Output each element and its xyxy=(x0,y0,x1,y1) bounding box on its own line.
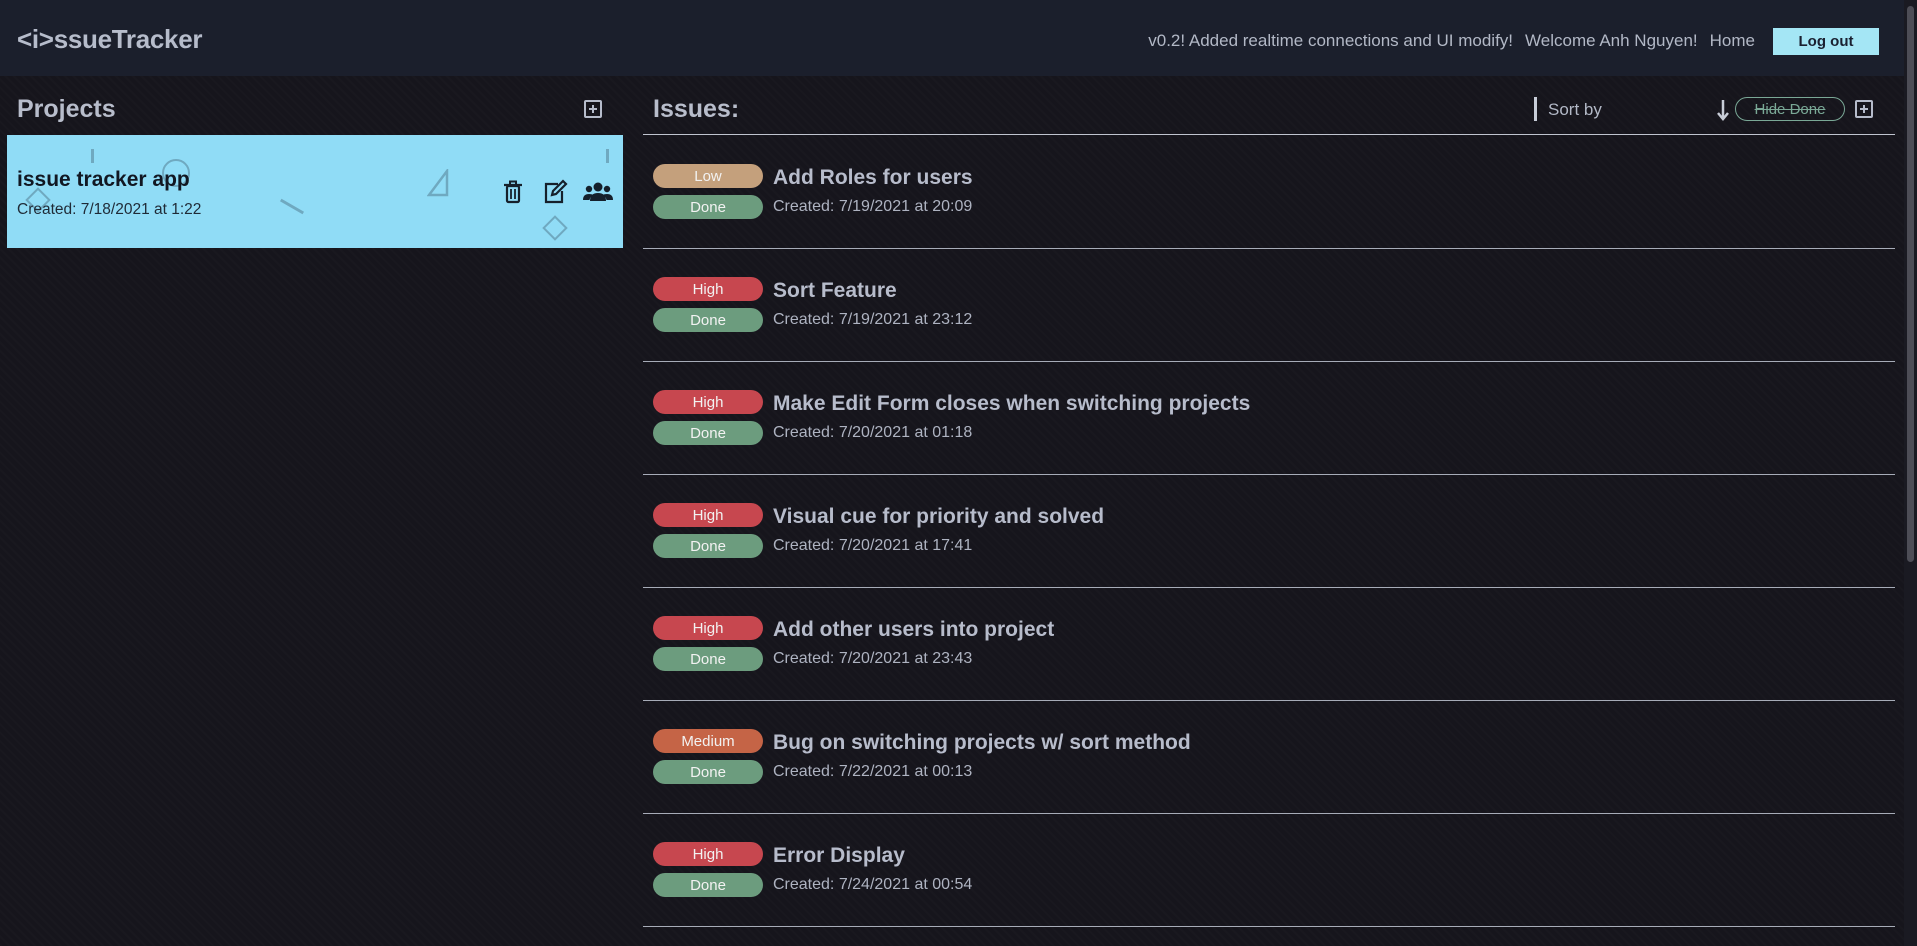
sort-by-select[interactable]: Sort by xyxy=(1548,100,1602,120)
issue-title: Add Roles for users xyxy=(773,166,973,189)
issue-title: Make Edit Form closes when switching pro… xyxy=(773,392,1251,415)
status-badge: Done xyxy=(653,647,763,671)
add-issue-icon[interactable] xyxy=(1855,100,1873,118)
priority-badge: High xyxy=(653,503,763,527)
project-created-date: Created: 7/18/2021 at 1:22 xyxy=(17,201,202,218)
issue-title: Visual cue for priority and solved xyxy=(773,505,1105,528)
line-decoration xyxy=(91,149,94,163)
issue-created-date: Created: 7/20/2021 at 23:43 xyxy=(773,650,973,667)
issue-title: Sort Feature xyxy=(773,279,897,302)
priority-badge: Low xyxy=(653,164,763,188)
status-badge: Done xyxy=(653,195,763,219)
issues-title: Issues: xyxy=(653,95,740,123)
issue-created-date: Created: 7/20/2021 at 01:18 xyxy=(773,424,973,441)
status-badge: Done xyxy=(653,421,763,445)
top-nav: v0.2! Added realtime connections and UI … xyxy=(1148,27,1879,55)
priority-badge: Medium xyxy=(653,729,763,753)
arrow-down-icon[interactable] xyxy=(1716,98,1730,122)
priority-badge: High xyxy=(653,616,763,640)
issue-title: Bug on switching projects w/ sort method xyxy=(773,731,1191,754)
issue-created-date: Created: 7/19/2021 at 23:12 xyxy=(773,311,973,328)
project-card[interactable]: issue tracker app Created: 7/18/2021 at … xyxy=(7,135,623,248)
projects-title: Projects xyxy=(17,95,116,123)
issue-title: Error Display xyxy=(773,844,905,867)
welcome-text: Welcome Anh Nguyen! xyxy=(1525,31,1698,50)
hide-done-toggle[interactable]: Hide Done xyxy=(1735,97,1845,121)
logout-button[interactable]: Log out xyxy=(1773,27,1879,55)
status-badge: Done xyxy=(653,308,763,332)
add-project-icon[interactable] xyxy=(584,100,602,118)
diamond-decoration xyxy=(542,215,568,241)
scrollbar-thumb[interactable] xyxy=(1907,6,1914,562)
status-badge: Done xyxy=(653,534,763,558)
issue-created-date: Created: 7/20/2021 at 17:41 xyxy=(773,537,973,554)
project-actions xyxy=(499,179,613,205)
issue-created-date: Created: 7/24/2021 at 00:54 xyxy=(773,876,973,893)
priority-badge: High xyxy=(653,390,763,414)
sort-divider xyxy=(1534,97,1537,121)
issue-item[interactable]: Low Done Add Roles for users Created: 7/… xyxy=(643,135,1895,249)
triangle-decoration xyxy=(427,169,449,197)
top-bar: <i>ssueTracker v0.2! Added realtime conn… xyxy=(0,0,1917,76)
issue-created-date: Created: 7/22/2021 at 00:13 xyxy=(773,763,973,780)
issue-item[interactable]: High Done Make Edit Form closes when swi… xyxy=(643,361,1895,475)
line-decoration xyxy=(279,198,305,215)
issue-item[interactable]: High Done Error Display Created: 7/24/20… xyxy=(643,813,1895,927)
version-note: v0.2! Added realtime connections and UI … xyxy=(1148,31,1514,50)
users-icon[interactable] xyxy=(583,179,613,205)
app-logo[interactable]: <i>ssueTracker xyxy=(17,24,202,55)
project-name: issue tracker app xyxy=(17,168,190,191)
priority-badge: High xyxy=(653,277,763,301)
line-decoration xyxy=(606,149,609,163)
status-badge: Done xyxy=(653,760,763,784)
issue-item[interactable]: High Done Sort Feature Created: 7/19/202… xyxy=(643,248,1895,362)
home-link[interactable]: Home xyxy=(1710,31,1755,51)
page-scrollbar[interactable] xyxy=(1904,0,1917,946)
issue-item[interactable]: High Done Add other users into project C… xyxy=(643,587,1895,701)
status-badge: Done xyxy=(653,873,763,897)
issue-item[interactable]: High Done Visual cue for priority and so… xyxy=(643,474,1895,588)
edit-icon[interactable] xyxy=(541,179,569,205)
priority-badge: High xyxy=(653,842,763,866)
issue-item[interactable]: Medium Done Bug on switching projects w/… xyxy=(643,700,1895,814)
issue-title: Add other users into project xyxy=(773,618,1055,641)
issue-created-date: Created: 7/19/2021 at 20:09 xyxy=(773,198,973,215)
trash-icon[interactable] xyxy=(499,179,527,205)
